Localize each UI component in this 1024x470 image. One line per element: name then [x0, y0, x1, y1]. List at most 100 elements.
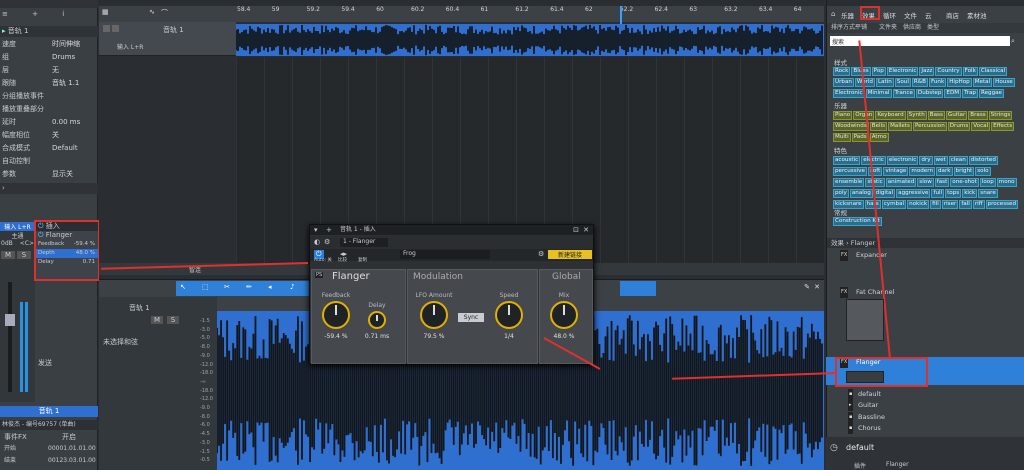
search-icon[interactable]: ⌕ — [1011, 37, 1015, 46]
inspector-row[interactable]: 自动控制 — [0, 156, 98, 167]
tag-chip[interactable]: World — [854, 78, 875, 87]
arrow-tool-icon[interactable]: ↖ — [180, 283, 186, 291]
tag-chip[interactable]: Multi — [833, 133, 851, 142]
inspector-row[interactable]: 幅度相位 关 — [0, 130, 98, 141]
tag-chip[interactable]: Synth — [906, 111, 927, 120]
tag-chip[interactable]: HipHop — [947, 78, 972, 87]
split-tool-icon[interactable]: ✂ — [224, 283, 230, 291]
knob[interactable] — [495, 301, 523, 329]
menu-icon[interactable]: ≡ — [2, 10, 8, 18]
tag-chip[interactable]: snare — [978, 189, 998, 198]
routing-icon[interactable]: ⚙ — [324, 238, 330, 246]
tag-chip[interactable]: Funk — [928, 78, 947, 87]
inspector-row[interactable]: 组 Drums — [0, 52, 98, 63]
browser-list-item[interactable]: FX Expander — [826, 250, 1024, 261]
gain-value[interactable]: 0dB — [1, 240, 13, 250]
knob[interactable] — [420, 301, 448, 329]
tag-chip[interactable]: modern — [909, 167, 935, 176]
inspector-row[interactable]: 跟随 音轨 1.1 — [0, 78, 98, 89]
tag-chip[interactable]: Trap — [962, 89, 978, 98]
mute-tool-icon[interactable]: ◂ — [268, 283, 272, 291]
copy-label[interactable]: 复制 — [358, 257, 367, 263]
home-icon[interactable]: ⌂ — [831, 10, 835, 18]
timeline-ruler[interactable]: 58.4 59 59.2 59.4 60 60.2 60.4 61 61.2 61.4 62 62.2… — [235, 6, 824, 18]
new-link-button[interactable]: 新建链接 — [548, 250, 592, 259]
inspector-row[interactable]: 速度 时间伸缩 — [0, 39, 98, 50]
mute-button[interactable]: M — [1, 251, 15, 259]
tag-chip[interactable]: Trance — [892, 89, 915, 98]
tag-chip[interactable]: kick — [962, 189, 978, 198]
tag-chip[interactable]: static — [865, 178, 885, 187]
browser-breadcrumb[interactable]: 效果 › Flanger — [827, 238, 1024, 248]
browser-tab[interactable]: 云 — [925, 10, 932, 20]
editor-mute-button[interactable]: M — [151, 316, 163, 324]
volume-fader-track[interactable] — [8, 282, 12, 392]
tag-chip[interactable]: Bass — [927, 111, 945, 120]
tag-chip[interactable]: fast — [934, 178, 950, 187]
tag-chip[interactable]: cymbal — [881, 200, 907, 209]
tag-chip[interactable]: Piano — [833, 111, 853, 120]
tag-chip[interactable]: aggressive — [896, 189, 931, 198]
channel-output-label[interactable]: 主通 — [0, 231, 35, 240]
inspector-row-value[interactable]: Default — [52, 143, 78, 154]
tag-chip[interactable]: EDM — [944, 89, 962, 98]
browser-list-item[interactable]: ▸ Guitar — [826, 400, 1024, 411]
inspector-row-value[interactable]: 0.00 ms — [52, 117, 80, 128]
tag-chip[interactable]: hats — [864, 200, 881, 209]
track-header[interactable]: 音轨 1 输入 L+R — [99, 22, 236, 56]
browser-subtab[interactable]: 类型 — [927, 23, 939, 33]
browser-list-item[interactable]: ▪ Chorus — [826, 423, 1024, 434]
tag-chip[interactable]: Latin — [875, 78, 894, 87]
tag-chip[interactable]: Pads — [851, 133, 869, 142]
knob[interactable] — [368, 311, 386, 329]
curve-icon[interactable]: ⌒ — [161, 8, 168, 18]
tag-chip[interactable]: one-shot — [950, 178, 979, 187]
tag-chip[interactable]: Pop — [871, 67, 886, 76]
add-icon[interactable]: + — [32, 10, 38, 18]
tag-chip[interactable]: Rock — [833, 67, 851, 76]
event-end-row[interactable]: 结束 00123.03.01.00 — [0, 456, 98, 466]
browser-subtab[interactable]: 文件夹 — [879, 23, 897, 33]
record-icon[interactable] — [103, 25, 110, 32]
tag-chip[interactable]: Strings — [988, 111, 1013, 120]
tag-chip[interactable]: wet — [933, 156, 948, 165]
tag-chip[interactable]: Effects — [991, 122, 1015, 131]
slot-select[interactable]: 1 - Flanger — [340, 238, 388, 247]
tag-chip[interactable]: electric — [861, 156, 886, 165]
sync-button[interactable]: Sync — [458, 313, 484, 322]
pin-icon[interactable]: ⊡ — [573, 225, 579, 235]
tag-chip[interactable]: electronic — [886, 156, 919, 165]
tag-chip[interactable]: tops — [945, 189, 962, 198]
tag-chip[interactable]: Electronic — [833, 89, 865, 98]
zoom-tools[interactable] — [620, 281, 656, 296]
tag-chip[interactable]: Percussion — [912, 122, 947, 131]
settings-icon[interactable]: ⚙ — [538, 250, 544, 258]
tag-chip[interactable]: Keyboard — [875, 111, 906, 120]
close-icon[interactable]: ✕ — [583, 225, 589, 235]
tag-chip[interactable]: Reggae — [978, 89, 1005, 98]
browser-subtab[interactable]: 排序方式: — [831, 23, 857, 33]
grid-icon[interactable]: ▦ — [102, 8, 109, 16]
tag-chip[interactable]: Urban — [833, 78, 854, 87]
tag-chip[interactable]: Organ — [853, 111, 875, 120]
tag-chip[interactable]: bright — [953, 167, 975, 176]
browser-tab[interactable]: 文件 — [904, 10, 917, 20]
tag-chip[interactable]: Dubstep — [915, 89, 944, 98]
tag-chip[interactable]: animated — [885, 178, 917, 187]
inspector-row[interactable]: 延时 0.00 ms — [0, 117, 98, 128]
tag-chip[interactable]: R&B — [911, 78, 928, 87]
tag-chip[interactable]: Electronic — [886, 67, 919, 76]
tag-chip[interactable]: Bells — [869, 122, 888, 131]
tag-chip[interactable]: nokick — [907, 200, 930, 209]
listen-tool-icon[interactable]: ♪ — [290, 283, 294, 291]
add-icon[interactable]: + — [326, 225, 332, 235]
inspector-row-value[interactable]: 无 — [52, 65, 59, 76]
tag-chip[interactable]: riser — [941, 200, 959, 209]
preview-icon[interactable]: ◷ — [830, 443, 838, 453]
browser-tab[interactable]: 素材池 — [967, 10, 987, 20]
browser-tab[interactable]: 商店 — [946, 10, 959, 20]
event-start-row[interactable]: 开始 00001.01.01.00 — [0, 444, 98, 454]
browser-list-item[interactable]: FX Fat Channel — [826, 287, 1024, 298]
inspector-row-value[interactable]: 音轨 1.1 — [52, 78, 79, 89]
tag-chip[interactable]: ensemble — [833, 178, 865, 187]
